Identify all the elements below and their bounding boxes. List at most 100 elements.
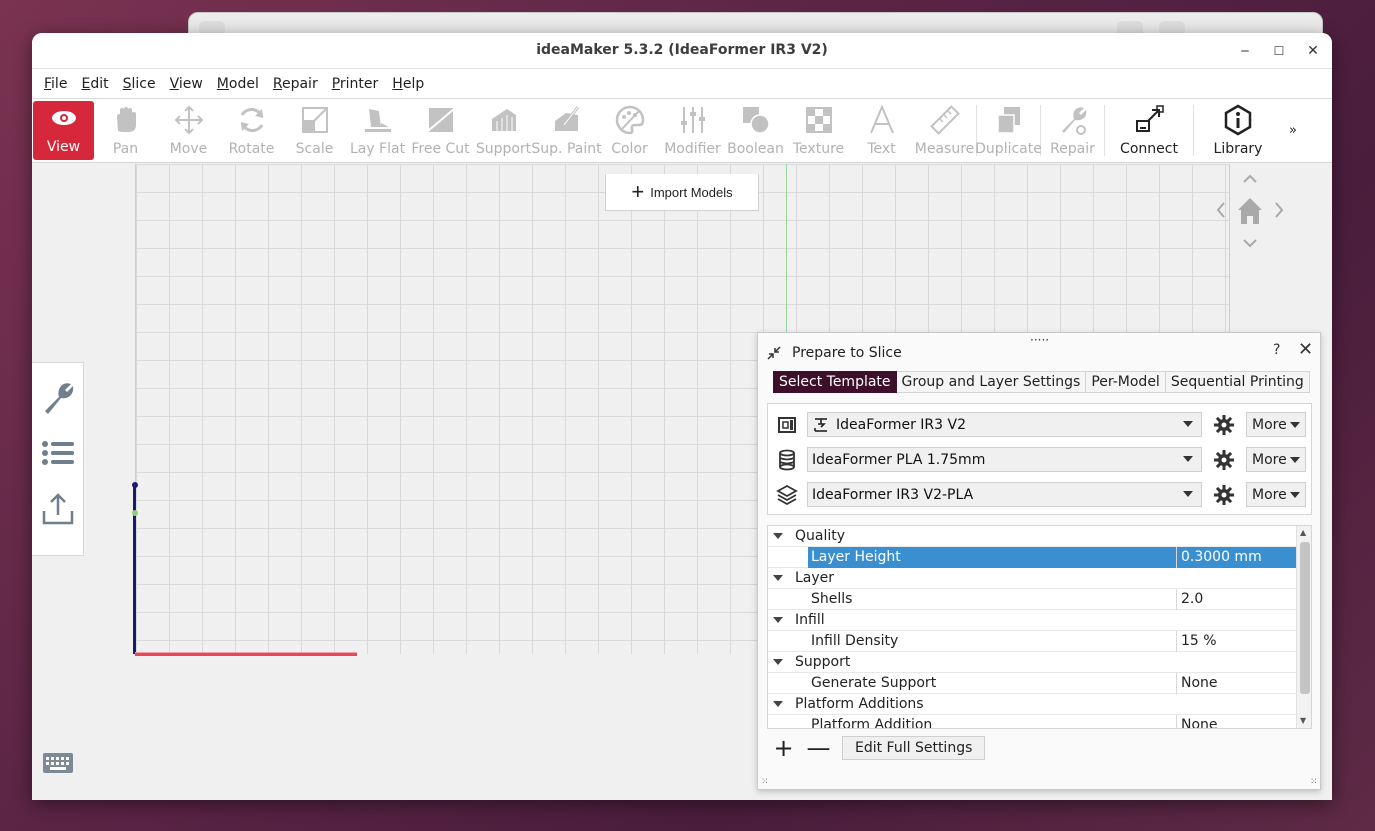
- slice-template-more-button[interactable]: More: [1246, 482, 1306, 507]
- resize-grip-icon[interactable]: ⁙: [761, 777, 769, 787]
- setting-value[interactable]: 2.0: [1176, 589, 1298, 610]
- tool-label: Move: [169, 141, 208, 157]
- chevron-down-icon: [1290, 492, 1300, 498]
- tool-lay-flat[interactable]: Lay Flat: [346, 99, 409, 162]
- setting-platform-addition[interactable]: Platform Addition None: [768, 715, 1311, 728]
- expand-triangle-icon[interactable]: [773, 659, 783, 665]
- settings-category-layer[interactable]: Layer: [768, 568, 1311, 589]
- settings-scrollbar[interactable]: ▲ ▼: [1296, 526, 1311, 728]
- resize-grip-icon[interactable]: ⁙: [1310, 777, 1318, 787]
- scroll-down-icon[interactable]: ▼: [1300, 716, 1306, 725]
- category-label: Quality: [795, 528, 846, 544]
- tab-select-template[interactable]: Select Template: [773, 371, 897, 393]
- expand-triangle-icon[interactable]: [773, 701, 783, 707]
- menu-edit[interactable]: Edit: [81, 76, 108, 92]
- setting-value[interactable]: None: [1176, 715, 1298, 728]
- settings-category-quality[interactable]: Quality: [768, 526, 1311, 547]
- help-button[interactable]: ?: [1273, 342, 1280, 358]
- toolbar: View Pan Move Rotate Scale Lay Flat Free…: [32, 99, 1332, 163]
- tool-free-cut[interactable]: Free Cut: [409, 99, 472, 162]
- settings-category-support[interactable]: Support: [768, 652, 1311, 673]
- tool-repair[interactable]: Repair: [1041, 99, 1104, 162]
- menu-view[interactable]: View: [170, 76, 203, 92]
- tab-sequential-printing[interactable]: Sequential Printing: [1165, 371, 1310, 393]
- gear-icon[interactable]: [1213, 484, 1235, 506]
- tool-label: Texture: [792, 141, 845, 157]
- filament-more-button[interactable]: More: [1246, 447, 1306, 472]
- settings-category-infill[interactable]: Infill: [768, 610, 1311, 631]
- expand-triangle-icon[interactable]: [773, 575, 783, 581]
- scroll-up-icon[interactable]: ▲: [1300, 528, 1306, 537]
- setting-infill-density[interactable]: Infill Density 15 %: [768, 631, 1311, 652]
- tool-pan[interactable]: Pan: [94, 99, 157, 162]
- collapse-icon[interactable]: [766, 345, 782, 361]
- maximize-button[interactable]: ☐: [1268, 41, 1290, 61]
- tool-modifier[interactable]: Modifier: [661, 99, 724, 162]
- menu-bar: File Edit Slice View Model Repair Printe…: [32, 69, 1332, 99]
- menu-slice[interactable]: Slice: [123, 76, 156, 92]
- tool-label: Pan: [112, 141, 139, 157]
- dialog-close-button[interactable]: ✕: [1298, 339, 1313, 360]
- tool-sup-paint[interactable]: Sup. Paint: [531, 99, 602, 162]
- gear-icon[interactable]: [1213, 414, 1235, 436]
- ruler-icon: [929, 105, 960, 135]
- add-setting-button[interactable]: +: [766, 736, 801, 760]
- menu-model[interactable]: Model: [217, 76, 259, 92]
- nav-down-icon[interactable]: [1243, 239, 1257, 248]
- tool-rotate[interactable]: Rotate: [220, 99, 283, 162]
- nav-left-icon[interactable]: [1216, 202, 1225, 218]
- scrollbar-thumb[interactable]: [1300, 542, 1310, 694]
- printer-select[interactable]: IdeaFormer IR3 V2: [807, 412, 1202, 437]
- edit-full-settings-button[interactable]: Edit Full Settings: [842, 736, 986, 760]
- export-icon[interactable]: [40, 491, 76, 527]
- tool-measure[interactable]: Measure: [913, 99, 976, 162]
- tool-move[interactable]: Move: [157, 99, 220, 162]
- setting-generate-support[interactable]: Generate Support None: [768, 673, 1311, 694]
- tool-text[interactable]: Text: [850, 99, 913, 162]
- tool-connect[interactable]: Connect: [1105, 99, 1193, 162]
- dialog-drag-handle[interactable]: ·····: [1030, 333, 1049, 347]
- remove-setting-button[interactable]: —: [801, 736, 836, 760]
- tool-label: Sup. Paint: [531, 141, 602, 157]
- minimize-button[interactable]: ‒: [1234, 41, 1256, 61]
- keyboard-icon[interactable]: [42, 752, 74, 774]
- menu-printer[interactable]: Printer: [332, 76, 379, 92]
- setting-layer-height[interactable]: Layer Height 0.3000 mm: [768, 547, 1311, 568]
- tool-color[interactable]: Color: [598, 99, 661, 162]
- expand-triangle-icon[interactable]: [773, 617, 783, 623]
- expand-triangle-icon[interactable]: [773, 533, 783, 539]
- tab-per-model[interactable]: Per-Model: [1086, 371, 1166, 393]
- list-icon[interactable]: [40, 435, 76, 471]
- gear-icon[interactable]: [1213, 449, 1235, 471]
- tool-duplicate[interactable]: Duplicate: [975, 99, 1042, 162]
- nav-right-icon[interactable]: [1275, 202, 1284, 218]
- tool-support[interactable]: Support: [472, 99, 535, 162]
- dialog-tabs: Select Template Group and Layer Settings…: [773, 371, 1310, 393]
- menu-help[interactable]: Help: [392, 76, 424, 92]
- setting-value[interactable]: 15 %: [1176, 631, 1298, 652]
- setting-value[interactable]: 0.3000 mm: [1176, 547, 1298, 568]
- toolbar-overflow-button[interactable]: »: [1282, 99, 1304, 162]
- settings-category-platform-additions[interactable]: Platform Additions: [768, 694, 1311, 715]
- menu-file[interactable]: File: [44, 76, 67, 92]
- filament-select[interactable]: IdeaFormer PLA 1.75mm: [807, 447, 1202, 472]
- slice-template-select[interactable]: IdeaFormer IR3 V2-PLA: [807, 482, 1202, 507]
- printer-more-button[interactable]: More: [1246, 412, 1306, 437]
- nav-up-icon[interactable]: [1243, 174, 1257, 183]
- close-button[interactable]: ✕: [1302, 41, 1324, 61]
- setting-name: Shells: [811, 591, 853, 607]
- tool-boolean[interactable]: Boolean: [724, 99, 787, 162]
- menu-repair[interactable]: Repair: [273, 76, 318, 92]
- tool-label: Repair: [1050, 141, 1095, 157]
- tab-group-and-layer-settings[interactable]: Group and Layer Settings: [896, 371, 1087, 393]
- tool-label: Free Cut: [411, 141, 470, 157]
- setting-shells[interactable]: Shells 2.0: [768, 589, 1311, 610]
- setting-value[interactable]: None: [1176, 673, 1298, 694]
- home-view-icon[interactable]: [1238, 198, 1262, 224]
- tool-texture[interactable]: Texture: [787, 99, 850, 162]
- tool-view[interactable]: View: [33, 101, 94, 160]
- tool-library[interactable]: Library: [1194, 99, 1282, 162]
- import-models-button[interactable]: + Import Models: [605, 174, 759, 211]
- wrench-icon[interactable]: [40, 379, 76, 415]
- tool-scale[interactable]: Scale: [283, 99, 346, 162]
